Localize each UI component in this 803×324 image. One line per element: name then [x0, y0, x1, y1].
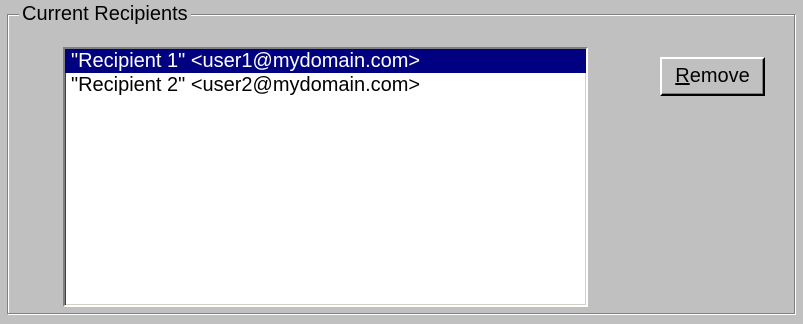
recipient-item-2[interactable]: "Recipient 2" <user2@mydomain.com> — [65, 73, 586, 97]
remove-button[interactable]: Remove — [660, 57, 765, 96]
recipient-item-1[interactable]: "Recipient 1" <user1@mydomain.com> — [65, 49, 586, 73]
remove-accelerator: R — [675, 65, 690, 87]
recipients-list[interactable]: "Recipient 1" <user1@mydomain.com> "Reci… — [63, 47, 588, 307]
remove-label: emove — [689, 65, 750, 87]
group-label: Current Recipients — [19, 2, 191, 26]
